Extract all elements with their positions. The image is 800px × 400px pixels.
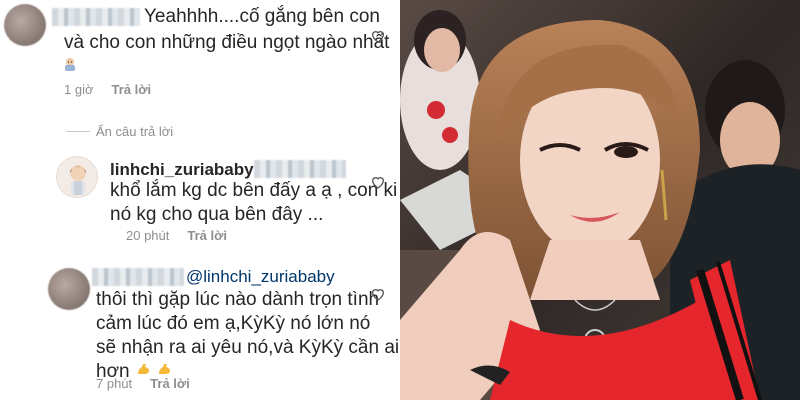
comment-text: Yeahhhh....cố gắng bên con	[144, 6, 380, 27]
avatar[interactable]	[56, 156, 98, 198]
comment-1: Yeahhhh....cố gắng bên con và cho con nh…	[0, 0, 400, 110]
heart-icon[interactable]	[370, 174, 386, 190]
avatar[interactable]	[48, 268, 90, 310]
comment-3: @linhchi_zuriababy thôi thì gặp lúc nào …	[0, 262, 400, 400]
comment-text: sẽ nhận ra ai yêu nó,và KỳKỳ cần ai	[96, 337, 400, 358]
heart-icon[interactable]	[370, 286, 386, 302]
selfie-illustration	[400, 0, 800, 400]
comments-panel: Yeahhhh....cố gắng bên con và cho con nh…	[0, 0, 400, 400]
comment-text: và cho con những điều ngọt ngào nhất	[64, 32, 390, 53]
reply-button[interactable]: Trả lời	[112, 82, 152, 97]
avatar[interactable]	[4, 4, 46, 46]
reply-button[interactable]: Trả lời	[150, 376, 190, 391]
comment-meta: 7 phút Trả lời	[96, 376, 190, 391]
baby-emoji	[62, 56, 78, 72]
selfie-photo	[400, 0, 800, 400]
comment-meta: 1 giờ Trả lời	[64, 82, 151, 97]
reply-button[interactable]: Trả lời	[187, 228, 227, 243]
username[interactable]: linhchi_zuriababy	[110, 160, 254, 180]
comment-2: linhchi_zuriababy khổ lắm kg dc bên đấy …	[0, 150, 400, 250]
hide-replies-button[interactable]: Ẩn câu trả lời	[96, 124, 173, 139]
timestamp: 1 giờ	[64, 82, 94, 97]
timestamp: 20 phút	[126, 228, 170, 243]
comment-text: khổ lắm kg dc bên đấy a ạ , con kia	[110, 180, 400, 201]
mention-link[interactable]: @linhchi_zuriababy	[186, 265, 335, 289]
timestamp: 7 phút	[96, 376, 133, 391]
heart-icon[interactable]	[370, 28, 386, 44]
censored-username	[52, 8, 140, 26]
comment-text: nó kg cho qua bên đây ...	[110, 204, 324, 225]
censored-mention	[254, 160, 346, 178]
hide-replies-divider	[66, 131, 90, 132]
comment-text: cảm lúc đó em ạ,KỳKỳ nó lớn nó	[96, 313, 371, 334]
comment-meta: 20 phút Trả lời	[126, 228, 227, 243]
comment-text: thôi thì gặp lúc nào dành trọn tình	[96, 289, 380, 310]
censored-username	[92, 268, 184, 286]
